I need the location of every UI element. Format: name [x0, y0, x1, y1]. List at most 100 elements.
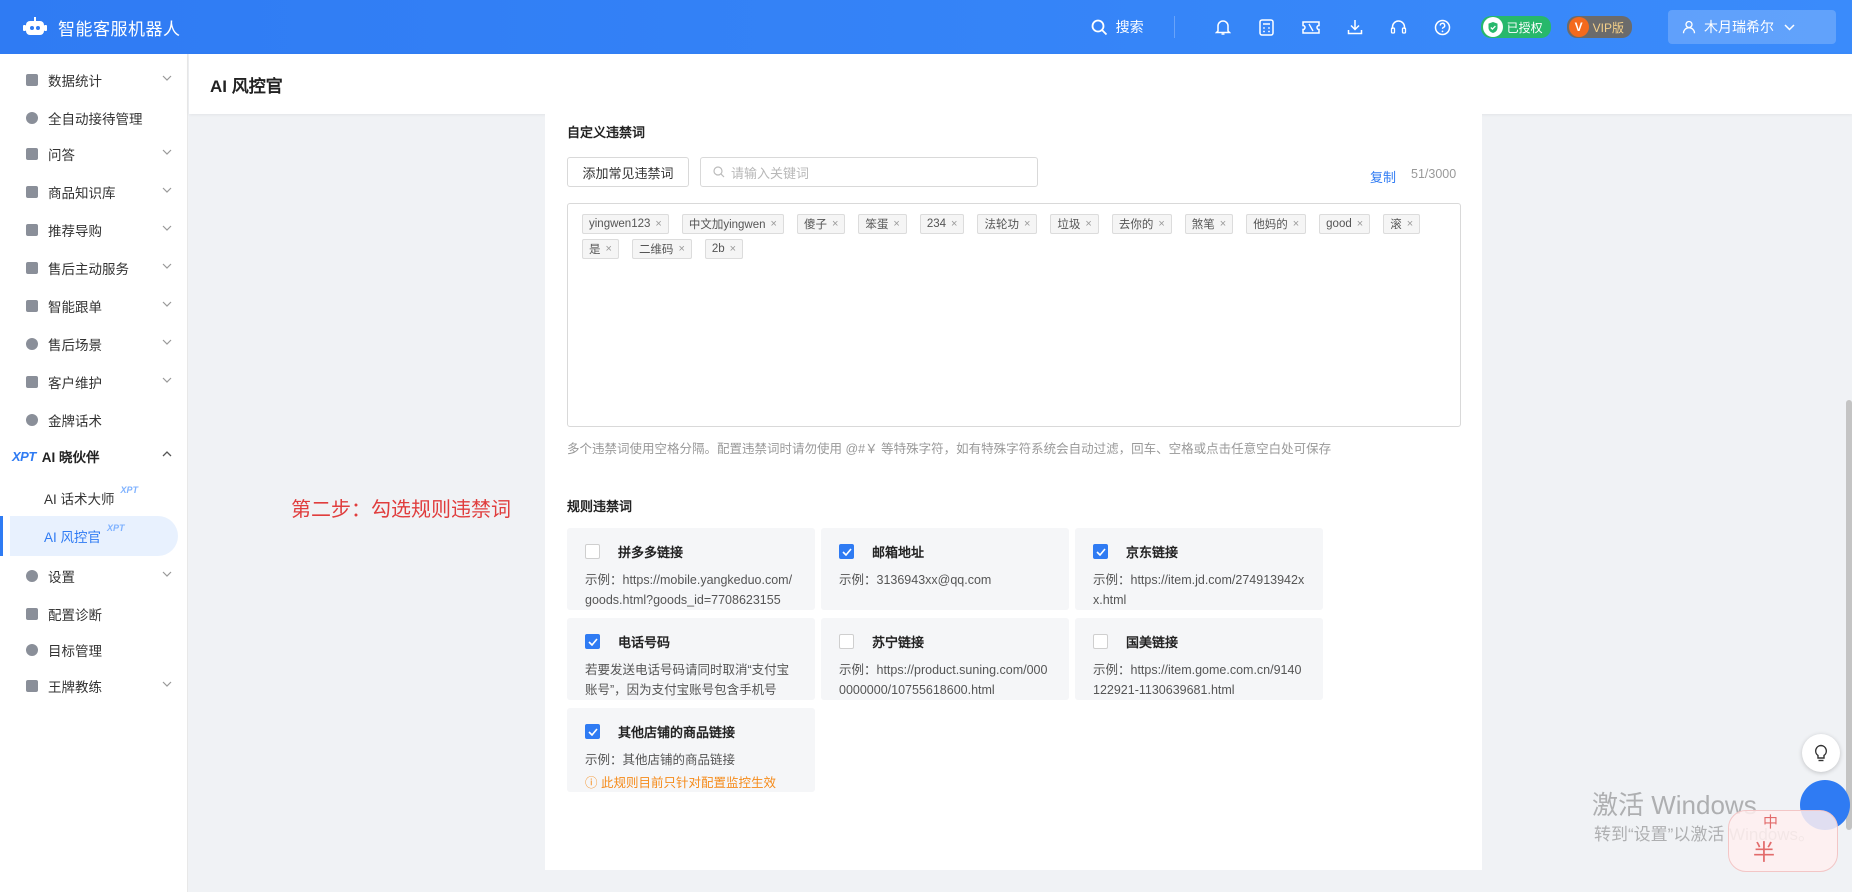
close-icon[interactable]: × [1220, 218, 1226, 230]
scrollbar[interactable] [1846, 400, 1852, 830]
ime-toolbar[interactable]: 中 半 [1728, 810, 1838, 872]
step-annotation: 第二步：勾选规则违禁词 [291, 499, 511, 521]
search-button[interactable]: 搜索 [1091, 17, 1144, 37]
rule-example: 示例：https://item.gome.com.cn/9140122921-1… [1093, 663, 1302, 697]
rule-name: 国美链接 [1126, 635, 1179, 650]
close-icon[interactable]: × [893, 218, 899, 230]
close-icon[interactable]: × [951, 218, 957, 230]
sidebar-group-ai-partner[interactable]: XPT AI 晓伙伴 [0, 436, 188, 476]
keyword-tag[interactable]: 中文加yingwen × [681, 214, 784, 234]
sidebar-item-recommend[interactable]: 推荐导购 [0, 210, 188, 250]
keyword-tag[interactable]: 2b × [704, 239, 744, 259]
rule-header[interactable]: 其他店铺的商品链接 [585, 722, 797, 741]
copy-link[interactable]: 复制 [1370, 167, 1396, 186]
chart-icon [26, 74, 38, 86]
sidebar-item-config-diagnosis[interactable]: 配置诊断 [0, 594, 188, 634]
close-icon[interactable]: × [832, 218, 838, 230]
rule-checkbox[interactable] [585, 544, 600, 559]
sidebar-item-aftersale-scene[interactable]: 售后场景 [0, 324, 188, 364]
calculator-icon[interactable] [1256, 16, 1278, 38]
help-icon[interactable] [1432, 16, 1454, 38]
keyword-tag[interactable]: 滚 × [1383, 214, 1421, 234]
sidebar-item-label: AI 话术大师 [44, 492, 115, 507]
target-icon [26, 644, 38, 656]
rule-header[interactable]: 拼多多链接 [585, 542, 797, 561]
sidebar-item-ai-script-master[interactable]: AI 话术大师 XPT [0, 478, 188, 518]
sidebar-item-qa[interactable]: 问答 [0, 134, 188, 174]
keyword-tag-label: 234 [926, 218, 947, 230]
sidebar-item-product-kb[interactable]: 商品知识库 [0, 172, 188, 212]
sidebar-item-customer-care[interactable]: 客户维护 [0, 362, 188, 402]
guide-icon [26, 224, 38, 236]
keyword-tag[interactable]: 234 × [919, 214, 965, 234]
rule-checkbox[interactable] [1093, 544, 1108, 559]
add-common-words-button[interactable]: 添加常见违禁词 [567, 157, 689, 187]
close-icon[interactable]: × [1085, 218, 1091, 230]
sidebar-item-ai-risk-officer[interactable]: AI 风控官 XPT [0, 516, 178, 556]
rule-header[interactable]: 国美链接 [1093, 632, 1305, 651]
chevron-down-icon [162, 149, 172, 155]
rule-checkbox[interactable] [839, 544, 854, 559]
keyword-tag[interactable]: good × [1319, 214, 1371, 234]
close-icon[interactable]: × [1357, 218, 1363, 230]
download-icon[interactable] [1344, 16, 1366, 38]
sidebar-item-smart-follow[interactable]: 智能跟单 [0, 286, 188, 326]
keyword-tag[interactable]: 垃圾 × [1050, 214, 1099, 234]
sidebar-item-target-management[interactable]: 目标管理 [0, 630, 188, 670]
sidebar-item-auto-reception[interactable]: 全自动接待管理 [0, 98, 188, 138]
keyword-tag[interactable]: yingwen123 × [582, 214, 669, 234]
rule-header[interactable]: 京东链接 [1093, 542, 1305, 561]
bell-icon[interactable] [1212, 16, 1234, 38]
top-bar: 智能客服机器人 搜索 已授权 V VIP版 木月瑞希尔 [0, 0, 1852, 54]
rule-checkbox[interactable] [1093, 634, 1108, 649]
search-label: 搜索 [1115, 19, 1144, 35]
close-icon[interactable]: × [1407, 218, 1413, 230]
headset-icon[interactable] [1388, 16, 1410, 38]
rule-checkbox[interactable] [585, 724, 600, 739]
keyword-tag[interactable]: 法轮功 × [977, 214, 1038, 234]
rule-header[interactable]: 电话号码 [585, 632, 797, 651]
lightbulb-icon[interactable] [1802, 734, 1840, 772]
chevron-down-icon [1784, 23, 1795, 31]
keyword-tag[interactable]: 煞笔 × [1184, 214, 1234, 234]
auth-label: 已授权 [1506, 20, 1543, 35]
keyword-search-input[interactable]: 请输入关键词 [700, 157, 1038, 187]
ticket-icon[interactable] [1300, 16, 1322, 38]
rule-example: 若要发送电话号码请同时取消“支付宝账号”，因为支付宝账号包含手机号 [585, 663, 790, 697]
close-icon[interactable]: × [678, 243, 684, 255]
keyword-tag[interactable]: 去你的 × [1111, 214, 1172, 234]
keyword-tag[interactable]: 他妈的 × [1246, 214, 1307, 234]
shop-icon [26, 186, 38, 198]
close-icon[interactable]: × [655, 218, 661, 230]
rule-checkbox[interactable] [839, 634, 854, 649]
rule-card: 拼多多链接 示例：https://mobile.yangkeduo.com/goo… [567, 528, 815, 610]
sidebar-item-ace-coach[interactable]: 王牌教练 [0, 666, 188, 706]
close-icon[interactable]: × [1293, 218, 1299, 230]
sidebar-item-label: AI 风控官 [44, 530, 102, 545]
sidebar-item-settings[interactable]: 设置 [0, 556, 188, 596]
vip-badge[interactable]: V VIP版 [1566, 16, 1632, 38]
close-icon[interactable]: × [771, 218, 777, 230]
rule-header[interactable]: 邮箱地址 [839, 542, 1051, 561]
close-icon[interactable]: × [1158, 218, 1164, 230]
keyword-tag-label: good [1326, 218, 1352, 230]
keyword-tag[interactable]: 二维码 × [631, 239, 692, 259]
keyword-tag[interactable]: 傻子 × [796, 214, 846, 234]
sidebar-item-gold-script[interactable]: 金牌话术 [0, 400, 188, 440]
xpt-tag: XPT [120, 485, 139, 495]
authorized-badge[interactable]: 已授权 [1480, 16, 1551, 38]
sidebar-item-aftersale-service[interactable]: 售后主动服务 [0, 248, 188, 288]
close-icon[interactable]: × [730, 243, 736, 255]
keyword-tag[interactable]: 笨蛋 × [858, 214, 907, 234]
close-icon[interactable]: × [1024, 218, 1030, 230]
rule-header[interactable]: 苏宁链接 [839, 632, 1051, 651]
keyword-tag-label: 是 [589, 244, 601, 256]
rule-checkbox[interactable] [585, 634, 600, 649]
close-icon[interactable]: × [606, 243, 612, 255]
search-icon [713, 166, 725, 178]
brand[interactable]: 智能客服机器人 [22, 15, 181, 40]
keyword-tag[interactable]: 是 × [582, 239, 619, 259]
user-menu[interactable]: 木月瑞希尔 [1668, 10, 1836, 44]
tag-input-area[interactable]: yingwen123 × 中文加yingwen × 傻子 × 笨蛋 × 234 × 法轮功 × 垃圾 × 去… [567, 203, 1461, 427]
sidebar-item-data-stats[interactable]: 数据统计 [0, 60, 188, 100]
